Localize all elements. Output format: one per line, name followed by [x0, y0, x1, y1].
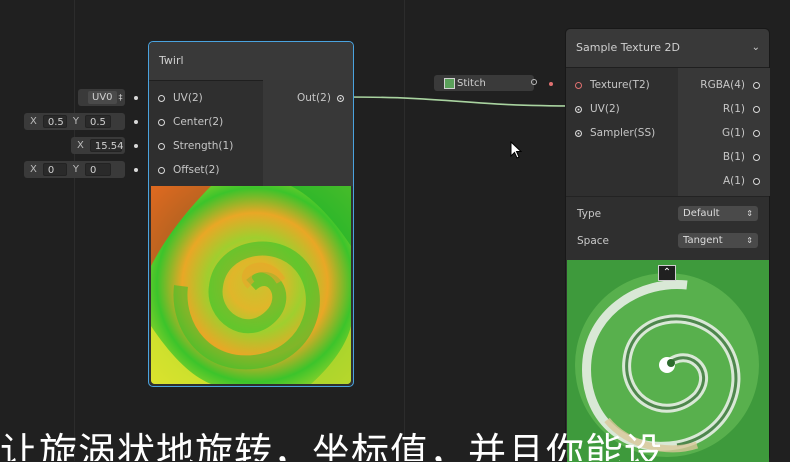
twirl-output-out[interactable]: Out(2)	[297, 90, 344, 106]
type-label: Type	[577, 208, 602, 220]
uv-channel-value: UV0	[88, 91, 117, 104]
port-label: Sampler(SS)	[590, 127, 656, 139]
port-label: UV(2)	[173, 92, 203, 104]
twirl-input-center[interactable]: Center(2)	[158, 114, 223, 130]
strength-field[interactable]: X 15.54	[71, 137, 125, 154]
port-icon[interactable]	[753, 129, 760, 137]
dropdown-arrow-icon: ⇕	[746, 236, 753, 245]
twirl-input-strength[interactable]: Strength(1)	[158, 138, 233, 154]
sample-output-rgba[interactable]: RGBA(4)	[700, 77, 760, 93]
port-label: Center(2)	[173, 116, 224, 128]
twirl-node[interactable]: Twirl UV(2) Center(2) Strength(1) Offset…	[148, 41, 354, 387]
uv-channel-dropdown[interactable]: UV0 ‡	[78, 89, 125, 106]
sample-texture-title[interactable]: Sample Texture 2D ⌄	[566, 29, 769, 68]
port-icon[interactable]	[753, 81, 760, 89]
sample-output-g[interactable]: G(1)	[722, 125, 760, 141]
chevron-down-icon[interactable]: ⌄	[752, 29, 760, 67]
divider	[566, 196, 769, 197]
sample-output-a[interactable]: A(1)	[723, 173, 760, 189]
sample-output-r[interactable]: R(1)	[723, 101, 760, 117]
twirl-node-title[interactable]: Twirl	[149, 42, 353, 81]
texture-picker-icon[interactable]	[531, 79, 537, 85]
center-x-label: X	[30, 116, 37, 127]
strength-link-dot	[134, 144, 138, 148]
offset-x-label: X	[30, 164, 37, 175]
twirl-preview	[151, 186, 351, 384]
space-label: Space	[577, 235, 609, 247]
port-icon[interactable]	[753, 105, 760, 113]
node-title-text: Sample Texture 2D	[576, 41, 680, 54]
port-label: Offset(2)	[173, 164, 220, 176]
port-icon[interactable]	[158, 94, 165, 102]
port-icon[interactable]	[158, 166, 165, 174]
port-label: Out(2)	[297, 92, 331, 104]
offset-field[interactable]: X 0 Y 0	[24, 161, 125, 178]
collapse-preview-button[interactable]: ⌃	[658, 265, 676, 281]
video-subtitle: 让旋涡状地旋转，坐标值，并且你能设	[0, 432, 790, 461]
sample-input-sampler[interactable]: Sampler(SS)	[575, 125, 655, 141]
offset-x-input[interactable]: 0	[42, 163, 67, 176]
port-icon[interactable]	[575, 105, 582, 113]
port-label: Texture(T2)	[590, 79, 650, 91]
grid-line	[404, 0, 405, 461]
twirl-rgb-preview-icon	[151, 186, 351, 384]
offset-y-input[interactable]: 0	[84, 163, 111, 176]
space-value: Tangent	[683, 235, 723, 246]
mouse-cursor-icon	[510, 141, 523, 159]
port-icon[interactable]	[158, 142, 165, 150]
center-y-label: Y	[72, 116, 79, 127]
uv-channel-arrows: ‡	[118, 93, 123, 102]
strength-x-input[interactable]: 15.54	[89, 139, 124, 152]
texture-asset-name: Stitch	[457, 77, 486, 89]
texture-asset-field[interactable]: Stitch	[434, 75, 534, 91]
center-x-input[interactable]: 0.5	[42, 115, 67, 128]
sample-input-texture[interactable]: Texture(T2)	[575, 77, 650, 93]
center-y-input[interactable]: 0.5	[84, 115, 111, 128]
center-link-dot	[134, 120, 138, 124]
space-dropdown[interactable]: Tangent ⇕	[678, 233, 758, 248]
uv-link-dot	[134, 96, 138, 100]
port-icon[interactable]	[575, 81, 582, 89]
port-label: RGBA(4)	[700, 79, 745, 91]
type-value: Default	[683, 208, 720, 219]
sample-output-b[interactable]: B(1)	[723, 149, 760, 165]
port-icon[interactable]	[575, 129, 582, 137]
port-label: B(1)	[722, 151, 745, 163]
twirl-input-offset[interactable]: Offset(2)	[158, 162, 219, 178]
dropdown-arrow-icon: ⇕	[746, 209, 753, 218]
texture-thumbnail-icon	[444, 77, 455, 89]
port-icon[interactable]	[336, 94, 344, 102]
port-icon[interactable]	[753, 153, 760, 161]
subtitle-text: 让旋涡状地旋转，坐标值，并且你能设	[0, 432, 664, 461]
grid-line	[74, 0, 75, 461]
port-label: UV(2)	[590, 103, 620, 115]
chevron-up-icon: ⌃	[662, 267, 672, 278]
center-field[interactable]: X 0.5 Y 0.5	[24, 113, 125, 130]
offset-y-label: Y	[72, 164, 79, 175]
sample-input-uv[interactable]: UV(2)	[575, 101, 620, 117]
port-label: A(1)	[722, 175, 745, 187]
port-label: R(1)	[722, 103, 745, 115]
port-icon[interactable]	[158, 118, 165, 126]
offset-link-dot	[134, 168, 138, 172]
texture-link-dot	[549, 82, 553, 86]
sample-texture-node[interactable]: Sample Texture 2D ⌄ Texture(T2) UV(2) Sa…	[565, 28, 770, 462]
strength-x-label: X	[77, 140, 84, 151]
type-dropdown[interactable]: Default ⇕	[678, 206, 758, 221]
port-icon[interactable]	[753, 177, 760, 185]
twirl-input-uv[interactable]: UV(2)	[158, 90, 203, 106]
port-label: G(1)	[721, 127, 745, 139]
port-label: Strength(1)	[173, 140, 234, 152]
